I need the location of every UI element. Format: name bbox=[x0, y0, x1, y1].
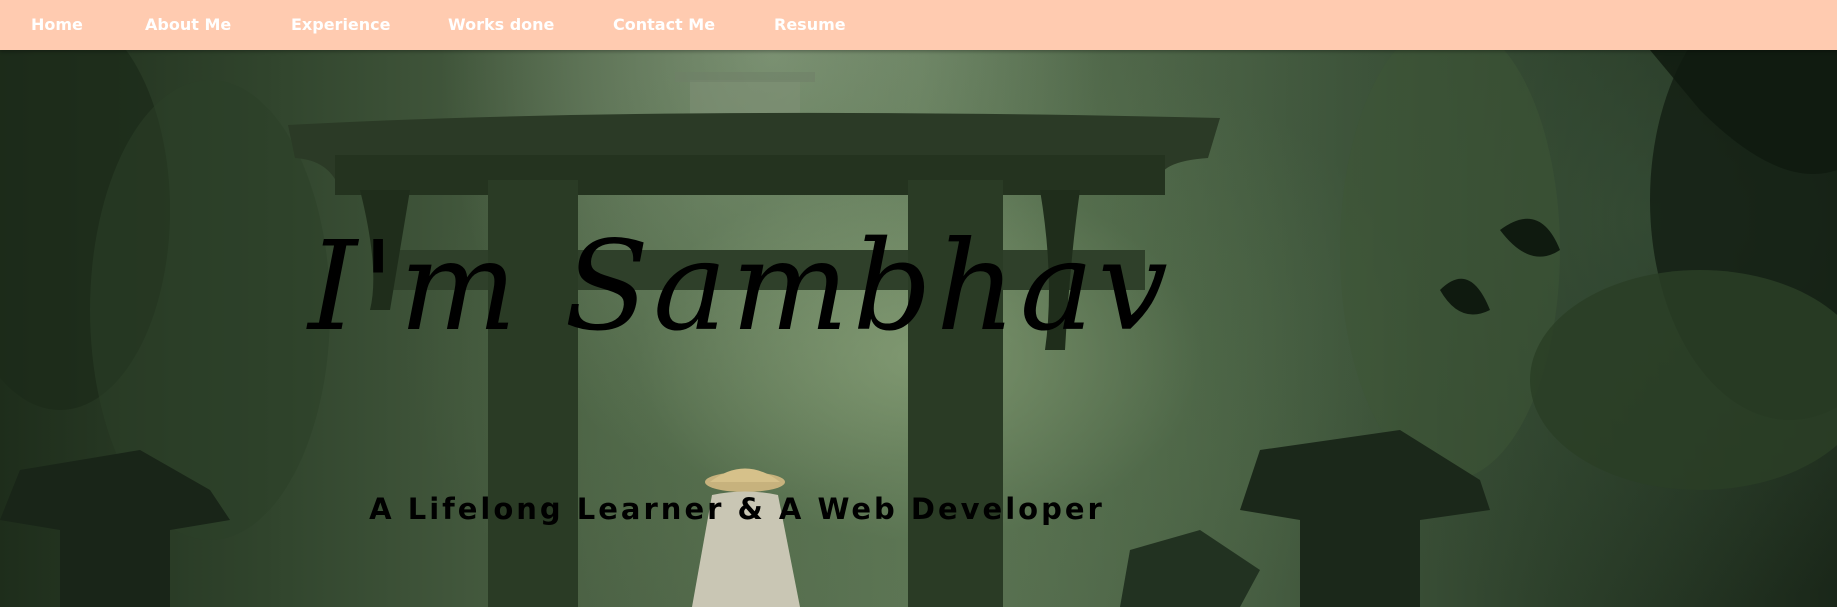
navbar: Home About Me Experience Works done Cont… bbox=[0, 0, 1837, 50]
nav-works-link[interactable]: Works done bbox=[448, 0, 554, 50]
nav-experience-link[interactable]: Experience bbox=[291, 0, 391, 50]
nav-contact-link[interactable]: Contact Me bbox=[613, 0, 715, 50]
nav-about-link[interactable]: About Me bbox=[145, 0, 231, 50]
hero-section: I'm Sambhav A Lifelong Learner & A Web D… bbox=[0, 50, 1837, 607]
nav-resume-link[interactable]: Resume bbox=[774, 0, 846, 50]
hero-title: I'm Sambhav bbox=[308, 215, 1172, 359]
hero-subtitle: A Lifelong Learner & A Web Developer bbox=[369, 492, 1105, 526]
nav-home-link[interactable]: Home bbox=[31, 0, 83, 50]
